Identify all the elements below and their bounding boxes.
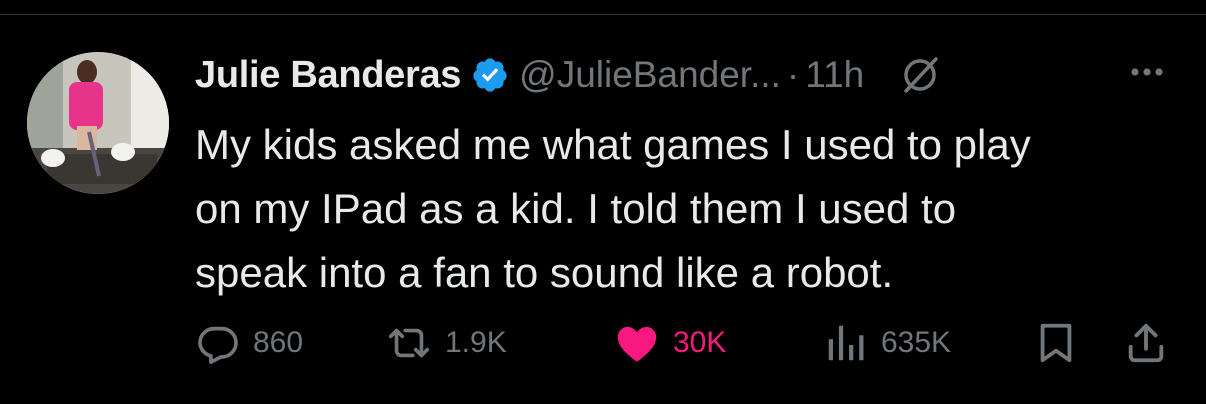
reply-count: 860 <box>253 326 304 359</box>
more-icon[interactable] <box>1127 57 1167 87</box>
reply-button[interactable]: 860 <box>195 315 303 371</box>
like-button[interactable]: 30K <box>613 315 726 371</box>
repost-icon <box>388 328 430 358</box>
bookmark-button[interactable] <box>1033 315 1091 371</box>
share-icon <box>1128 323 1164 363</box>
top-divider <box>0 0 1206 15</box>
repost-button[interactable]: 1.9K <box>385 315 507 371</box>
reply-icon <box>198 326 238 364</box>
like-count: 30K <box>673 326 727 359</box>
tweet-text-line: speak into a fan to sound like a robot. <box>195 249 894 296</box>
verified-badge-icon[interactable] <box>471 56 509 94</box>
tweet-text-line: on my IPad as a kid. I told them I used … <box>195 185 957 232</box>
tweet-text: My kids asked me what games I used to pl… <box>195 113 1175 305</box>
separator-dot: · <box>786 54 800 95</box>
tweet-header: Julie Banderas @JulieBander... · 11h <box>195 45 1185 105</box>
tweet[interactable]: Julie Banderas @JulieBander... · 11h My … <box>0 15 1206 404</box>
action-bar: 860 1.9K 30K 635K <box>195 315 1185 371</box>
timestamp[interactable]: 11h <box>805 54 864 96</box>
grok-icon[interactable] <box>898 53 942 97</box>
handle[interactable]: @JulieBander... <box>519 54 781 96</box>
share-button[interactable] <box>1123 315 1181 371</box>
tweet-text-line: My kids asked me what games I used to pl… <box>195 121 1031 168</box>
views-button[interactable]: 635K <box>823 315 951 371</box>
bookmark-icon <box>1040 323 1072 363</box>
tweet-content: Julie Banderas @JulieBander... · 11h My … <box>195 45 1185 305</box>
views-icon <box>828 325 864 361</box>
display-name[interactable]: Julie Banderas <box>195 54 461 97</box>
avatar[interactable] <box>27 52 169 194</box>
views-count: 635K <box>881 326 952 359</box>
avatar-photo <box>27 52 169 194</box>
heart-icon <box>617 326 657 362</box>
repost-count: 1.9K <box>445 326 507 359</box>
